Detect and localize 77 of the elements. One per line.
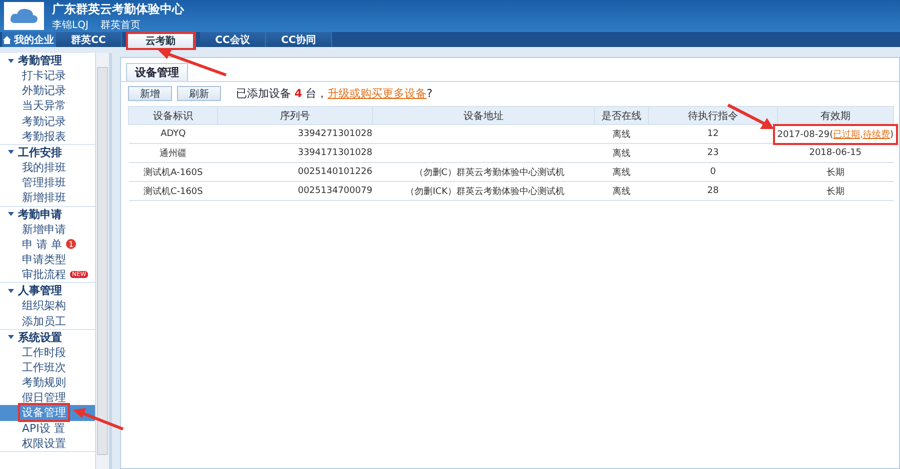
sidebar-item[interactable]: 工作时段 [22,344,66,360]
table-cell: 测试机A-160S [128,162,218,182]
sidebar-item[interactable]: 假日管理 [22,390,66,406]
parenthesis: ) [890,130,894,140]
nav-tab[interactable]: CC会议 [200,32,266,47]
column-header: 待执行指令 [648,106,778,124]
home-link[interactable]: 群英首页 [100,18,140,32]
table-cell: 离线 [594,182,649,200]
column-header: 设备地址 [372,106,595,124]
sidebar-item[interactable]: 当天异常 [22,98,66,114]
table-cell: 0025134700079 [218,182,372,200]
sidebar-item[interactable]: 新增排班 [22,190,66,206]
table-cell: 3394171301028 [218,144,372,162]
sidebar-item[interactable]: 审批流程 [22,267,66,282]
sidebar-group-header[interactable]: 人事管理 [0,283,95,298]
table-cell: ADYQ [128,124,218,144]
column-header: 序列号 [218,106,372,124]
sidebar-item[interactable]: 打卡记录 [22,68,66,84]
user-name: 李锦LQJ [52,18,88,32]
sidebar-item[interactable]: 工作班次 [22,360,66,375]
column-header: 是否在线 [594,106,649,124]
table-cell: 长期 [777,182,894,200]
sidebar-item[interactable]: 考勤规则 [22,375,66,390]
scrollbar[interactable] [95,53,109,469]
toolbar-button[interactable]: 新增 [128,86,172,101]
sidebar-item[interactable]: 考勤报表 [22,128,66,144]
annotation-arrow [156,48,228,76]
caret-icon [8,335,14,340]
table-cell: 离线 [594,144,649,162]
count-badge: 1 [66,239,76,250]
column-header: 设备标识 [128,106,218,124]
panel-tab[interactable]: 设备管理 [126,63,188,81]
table-cell: 测试机C-160S [128,182,218,200]
table-cell: （勿删ICK）群英云考勤体验中心测试机 [372,182,595,200]
sidebar-item[interactable]: 组织架构 [22,298,66,314]
sidebar-item[interactable]: 外勤记录 [22,83,66,98]
sidebar-group-header[interactable]: 工作安排 [0,144,95,160]
parenthesis: ( [830,130,834,140]
table-cell: （勿删C）群英云考勤体验中心测试机 [372,162,595,182]
nav-tab[interactable]: 群英CC [56,32,122,47]
table-cell: 通州疆 [128,144,218,162]
sidebar-item[interactable]: 申请类型 [22,252,66,267]
table-cell: 0025140101226 [218,162,372,182]
table-cell: 长期 [777,162,894,182]
sidebar-group-header[interactable]: 系统设置 [0,330,95,345]
table-cell: 3394271301028 [218,124,372,144]
nav-tab[interactable]: CC协同 [266,32,332,47]
sidebar-group-header[interactable]: 考勤管理 [0,53,95,68]
sidebar-item[interactable]: 管理排班 [22,175,66,190]
table-cell: 离线 [594,124,649,144]
annotation-arrow [72,408,124,430]
sidebar-item[interactable]: 我的排班 [22,160,66,176]
sidebar-item[interactable]: 考勤记录 [22,114,66,129]
device-count-notice: 已添加设备 4 台，升级或购买更多设备? [236,86,432,101]
table-cell: 2018-06-15 [777,144,894,162]
sidebar-item[interactable]: 新增申请 [22,222,66,237]
sidebar-item[interactable]: 添加员工 [22,314,66,329]
logo-icon [4,2,44,30]
table-cell: 23 [648,144,778,162]
home-icon [3,36,11,44]
table-cell: 离线 [594,162,649,182]
table-cell: 28 [648,182,778,200]
caret-icon [8,212,14,216]
caret-icon [8,288,14,293]
toolbar-button[interactable]: 刷新 [177,86,221,101]
column-header: 有效期 [777,106,894,124]
sidebar-item[interactable]: 权限设置 [22,436,66,451]
caret-icon [8,150,14,154]
app-title: 广东群英云考勤体验中心 [52,0,184,18]
table-cell: 0 [648,162,778,182]
annotation-arrow [727,104,776,130]
sidebar-group-header[interactable]: 考勤申请 [0,206,95,222]
nav-tab[interactable]: 我的企业 [2,32,56,47]
expiry-date: 2017-08-29 [777,130,830,140]
sidebar-item[interactable]: API设 置 [22,420,65,436]
caret-icon [8,58,14,62]
sidebar-item[interactable]: 申 请 单 [22,236,62,252]
